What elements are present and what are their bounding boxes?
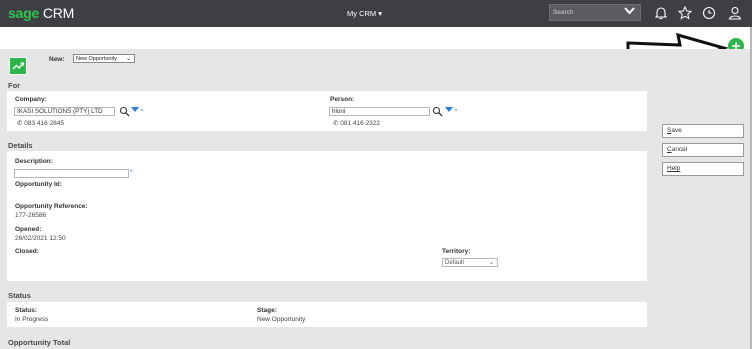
stage-value: New Opportunity xyxy=(257,316,306,323)
stage-label: Stage: xyxy=(257,307,277,314)
cancel-label: ancel xyxy=(671,146,688,153)
opportunity-reference-value: 177-26586 xyxy=(15,212,47,219)
save-label: ave xyxy=(671,127,682,134)
company-field[interactable]: IKASI SOLUTIONS (PTY) LTD xyxy=(14,107,115,116)
chevron-down-icon xyxy=(624,7,635,15)
user-icon[interactable] xyxy=(727,5,743,21)
opened-value: 26/02/2021 12:50 xyxy=(15,235,66,242)
opportunity-reference-label: Opportunity Reference: xyxy=(15,203,88,210)
sage-crm-logo[interactable]: sage CRM xyxy=(8,5,74,21)
cancel-button[interactable]: Cancel xyxy=(662,143,744,157)
help-button[interactable]: Help xyxy=(662,162,744,176)
new-label: New: xyxy=(49,56,65,63)
star-icon[interactable] xyxy=(677,5,693,21)
status-section-title: Status xyxy=(8,291,31,300)
search-placeholder: Search xyxy=(553,9,574,16)
person-dropdown-icon[interactable] xyxy=(445,106,459,114)
territory-label: Territory: xyxy=(442,248,471,255)
person-label: Person: xyxy=(330,96,355,103)
opportunity-entity-icon xyxy=(9,57,27,75)
company-phone: ✆ 083 416 2845 xyxy=(17,119,64,127)
opportunity-total-title: Opportunity Total xyxy=(8,338,71,347)
status-panel xyxy=(7,302,647,327)
my-crm-menu[interactable]: My CRM ▾ xyxy=(347,9,382,18)
for-section-title: For xyxy=(8,81,21,90)
search-icon[interactable] xyxy=(119,106,130,117)
person-phone-value: 081 416 2322 xyxy=(340,120,381,127)
search-dropdown-button[interactable] xyxy=(622,6,637,19)
closed-label: Closed: xyxy=(15,248,39,255)
chevron-down-icon: ⌄ xyxy=(125,56,131,62)
description-label: Description: xyxy=(15,158,53,165)
logo-product: CRM xyxy=(39,5,75,21)
chevron-down-icon: ⌄ xyxy=(488,260,494,266)
opened-label: Opened: xyxy=(15,226,42,233)
search-icon[interactable] xyxy=(432,106,443,117)
company-label: Company: xyxy=(15,96,47,103)
required-marker: * xyxy=(130,169,133,176)
territory-value: Default xyxy=(445,260,465,266)
description-field[interactable] xyxy=(14,169,129,178)
top-bar: sage CRM My CRM ▾ Search xyxy=(0,0,752,27)
save-button[interactable]: Save xyxy=(662,124,744,138)
new-entity-select[interactable]: New Opportunity ⌄ xyxy=(73,54,135,63)
opportunity-id-label: Opportunity Id: xyxy=(15,181,62,188)
territory-select[interactable]: Default ⌄ xyxy=(442,258,498,267)
person-field[interactable]: hloni xyxy=(329,107,430,116)
help-label: Help xyxy=(667,165,681,172)
company-dropdown-icon[interactable] xyxy=(131,106,145,114)
bell-icon[interactable] xyxy=(653,5,669,21)
status-label: Status: xyxy=(15,307,38,314)
status-value: In Progress xyxy=(15,316,49,323)
person-phone: ✆ 081 416 2322 xyxy=(333,119,380,127)
clock-icon[interactable] xyxy=(701,5,717,21)
company-phone-value: 083 416 2845 xyxy=(24,120,65,127)
new-entity-value: New Opportunity xyxy=(76,56,117,62)
trend-chart-icon xyxy=(12,62,25,70)
details-section-title: Details xyxy=(8,141,33,150)
logo-brand: sage xyxy=(8,5,40,21)
